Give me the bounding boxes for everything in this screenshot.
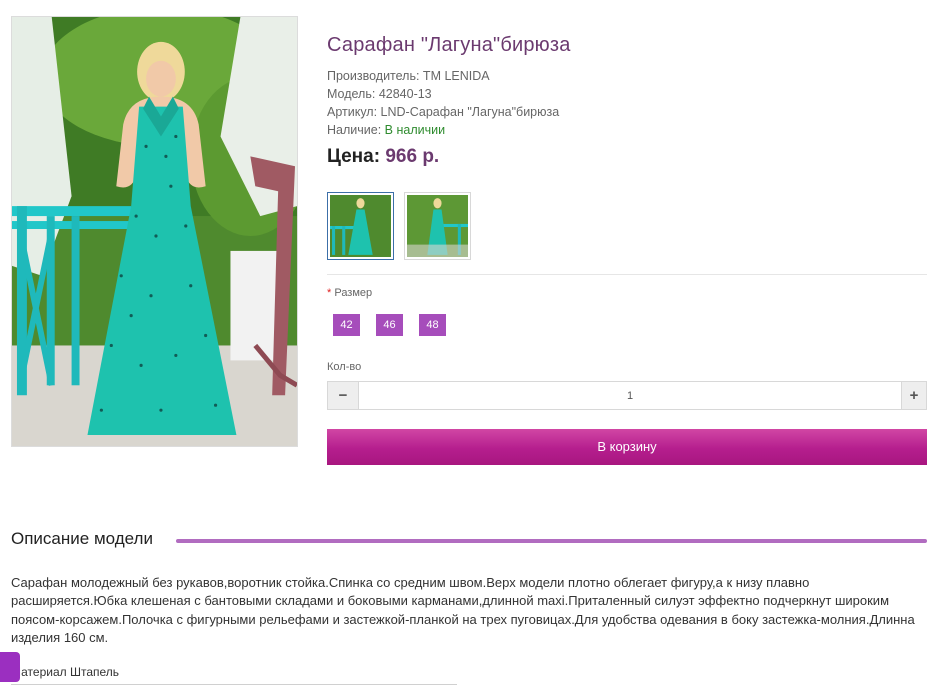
description-title: Описание модели — [11, 529, 153, 548]
thumbnail-image — [407, 195, 468, 257]
size-label-text: Размер — [334, 287, 373, 299]
description-text: Сарафан молодежный без рукавов,воротник … — [11, 575, 915, 645]
material-text: Материал Штапель — [11, 665, 120, 679]
size-option-46[interactable]: 46 — [376, 314, 403, 336]
price-row: Цена: 966 р. — [327, 146, 439, 168]
material-underline — [11, 684, 457, 685]
availability-status: В наличии — [384, 123, 446, 137]
options-divider — [327, 274, 927, 275]
price-label: Цена: — [327, 146, 381, 167]
size-label: * Размер — [327, 287, 372, 299]
quantity-input[interactable] — [359, 381, 901, 410]
quantity-label: Кол-во — [327, 361, 362, 373]
description-title-line — [176, 539, 927, 543]
price-value: 966 р. — [385, 146, 440, 167]
size-option-48[interactable]: 48 — [419, 314, 446, 336]
manufacturer-text: Производитель: TM LENIDA — [327, 69, 490, 83]
thumbnail-2[interactable] — [404, 192, 471, 260]
availability-label: Наличие: — [327, 123, 382, 137]
thumbnail-image — [330, 195, 391, 257]
product-title: Сарафан "Лагуна"бирюза — [327, 34, 571, 56]
quantity-decrease-button[interactable]: − — [327, 381, 359, 410]
availability-row: Наличие: В наличии — [327, 121, 445, 139]
main-product-image[interactable] — [11, 16, 298, 447]
model-text: Модель: 42840-13 — [327, 87, 432, 101]
required-mark: * — [327, 287, 332, 299]
dress-photo-illustration — [12, 17, 297, 446]
size-option-42[interactable]: 42 — [333, 314, 360, 336]
sku-text: Артикул: LND-Сарафан "Лагуна"бирюза — [327, 105, 560, 119]
add-to-cart-button[interactable]: В корзину — [327, 429, 927, 465]
side-feedback-tab[interactable] — [0, 652, 20, 682]
thumbnail-1[interactable] — [327, 192, 394, 260]
quantity-increase-button[interactable]: + — [901, 381, 927, 410]
